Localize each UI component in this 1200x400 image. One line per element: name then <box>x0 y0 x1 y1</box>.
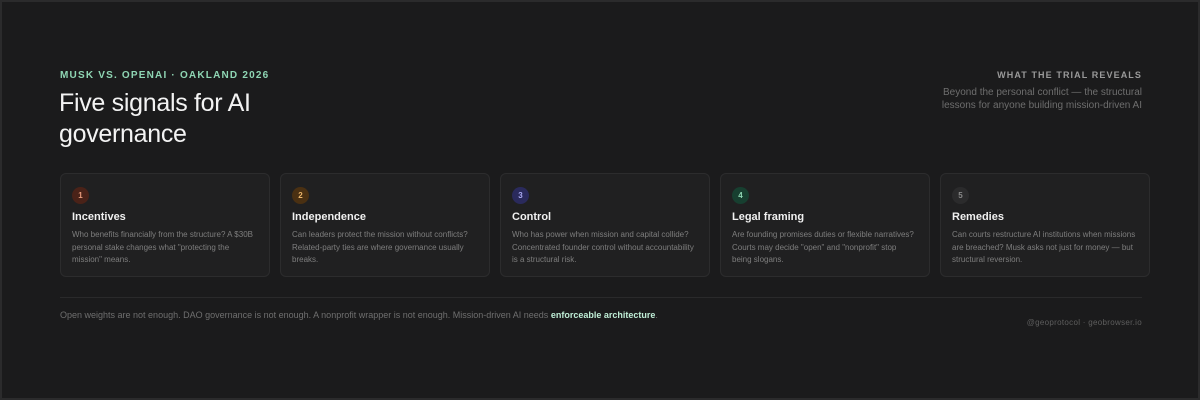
card-title: Control <box>512 211 552 223</box>
card-description: Who has power when mission and capital c… <box>512 230 694 264</box>
number-badge: 4 <box>732 187 749 204</box>
footer-statement: Open weights are not enough. DAO governa… <box>60 309 660 322</box>
number-badge: 2 <box>292 187 309 204</box>
signal-card-incentives: 1 Incentives Who benefits financially fr… <box>60 173 270 277</box>
card-title: Incentives <box>72 211 126 223</box>
card-description: Are founding promises duties or flexible… <box>732 230 914 264</box>
signal-card-legal-framing: 4 Legal framing Are founding promises du… <box>720 173 930 277</box>
section-label: WHAT THE TRIAL REVEALS <box>997 70 1142 80</box>
footer-emphasis: enforceable architecture <box>550 310 656 320</box>
card-title: Remedies <box>952 211 1004 223</box>
card-description: Who benefits financially from the struct… <box>72 230 253 264</box>
section-description: Beyond the personal conflict — the struc… <box>941 87 1142 111</box>
card-description: Can leaders protect the mission without … <box>292 230 468 264</box>
eyebrow-label: MUSK VS. OPENAI · OAKLAND 2026 <box>60 70 270 81</box>
signal-card-control: 3 Control Who has power when mission and… <box>500 173 710 277</box>
signal-card-independence: 2 Independence Can leaders protect the m… <box>280 173 490 277</box>
social-handle: @geoprotocol · geobrowser.io <box>1026 318 1142 327</box>
footer-divider <box>60 297 1142 298</box>
card-title: Independence <box>292 211 366 223</box>
number-badge: 3 <box>512 187 529 204</box>
card-description: Can courts restructure AI institutions w… <box>952 230 1136 264</box>
card-title: Legal framing <box>732 211 805 223</box>
number-badge: 5 <box>952 187 969 204</box>
number-badge: 1 <box>72 187 89 204</box>
footer-text: Open weights are not enough. DAO governa… <box>60 310 549 320</box>
signal-card-remedies: 5 Remedies Can courts restructure AI ins… <box>940 173 1150 277</box>
signal-cards: 1 Incentives Who benefits financially fr… <box>60 173 1150 277</box>
page-title: Five signals for AI governance <box>59 89 251 148</box>
banner-frame: MUSK VS. OPENAI · OAKLAND 2026 Five sign… <box>0 0 1200 400</box>
footer-end: . <box>655 310 658 320</box>
